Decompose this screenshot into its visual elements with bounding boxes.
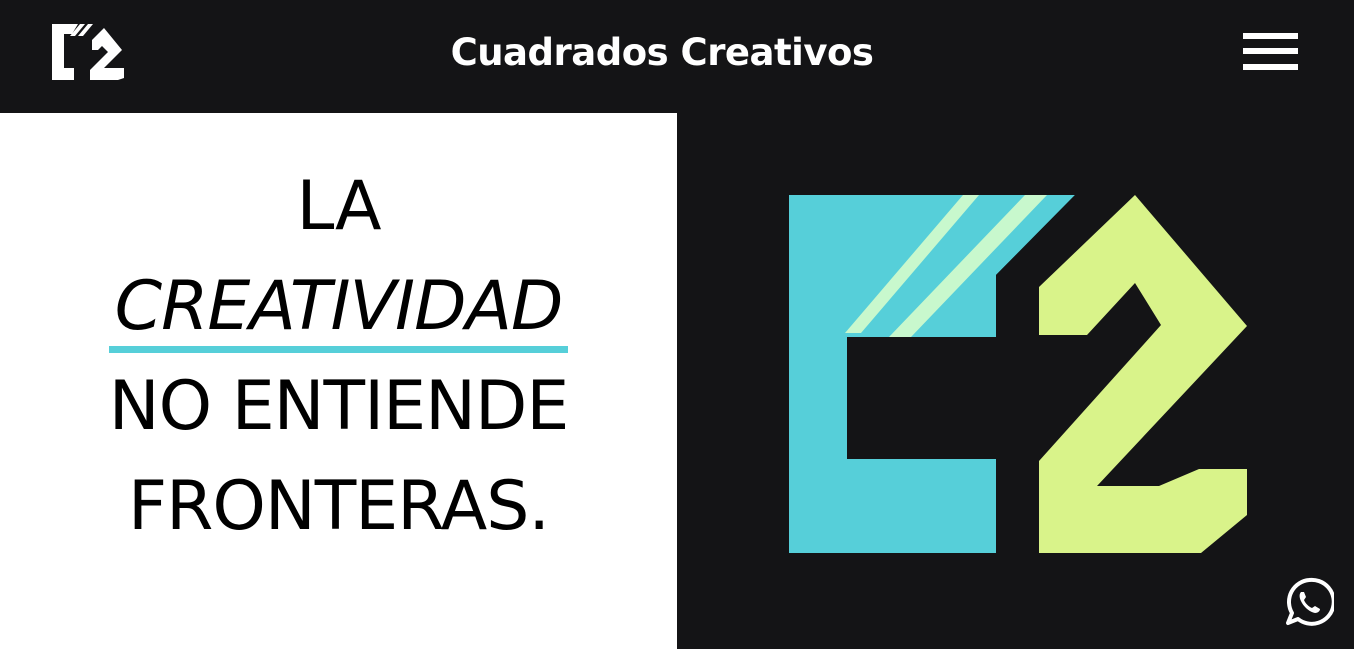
hero-headline: LA CREATIVIDAD NO ENTIENDE FRONTERAS. [0,157,677,557]
site-title[interactable]: Cuadrados Creativos [0,30,1324,76]
headline-line-3: NO ENTIENDE [108,367,570,446]
menu-button[interactable] [1238,28,1304,80]
hero-logo-panel [677,113,1354,649]
headline-emphasis: CREATIVIDAD [108,267,568,353]
site-header: Cuadrados Creativos [0,0,1354,113]
headline-line-1: LA [296,167,382,246]
whatsapp-icon [1286,577,1336,626]
whatsapp-button[interactable] [1284,577,1336,627]
headline-line-4: FRONTERAS. [127,467,550,546]
c2-logo-icon [789,195,1247,553]
hero-text-panel: LA CREATIVIDAD NO ENTIENDE FRONTERAS. [0,113,677,649]
